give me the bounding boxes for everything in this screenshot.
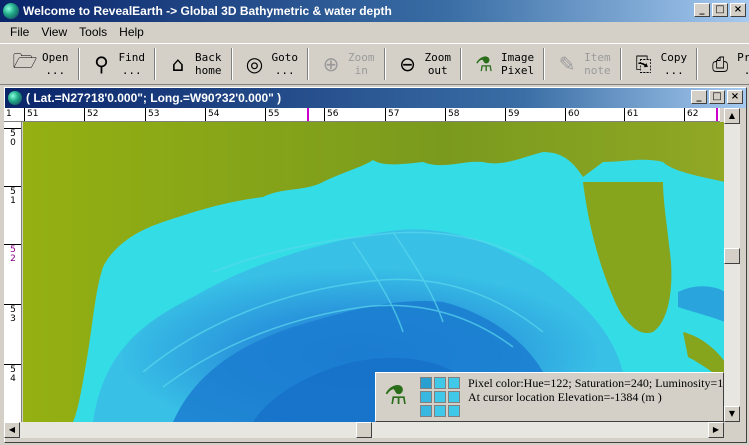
pixel-info-panel: ⚗ Pixel color:Hue=122; Saturation=240; L… bbox=[375, 372, 724, 422]
binoculars-icon: ⚲ bbox=[94, 52, 109, 76]
item-note-button[interactable]: ✎ Item note bbox=[548, 45, 615, 83]
vertical-scrollbar[interactable]: ▲ ▼ bbox=[724, 108, 740, 422]
back-home-icon: ⌂ bbox=[171, 52, 185, 76]
toolbar-separator bbox=[696, 48, 699, 80]
menu-file[interactable]: File bbox=[4, 25, 35, 39]
ruler-tick: 57 bbox=[385, 108, 399, 121]
scroll-left-button[interactable]: ◀ bbox=[4, 422, 20, 438]
color-swatch bbox=[420, 377, 432, 389]
globe-icon bbox=[8, 91, 22, 105]
print-button[interactable]: ⎙ Print ... bbox=[701, 45, 749, 83]
compass-icon: ◎ bbox=[245, 52, 264, 76]
toolbar-separator bbox=[543, 48, 546, 80]
horizontal-scroll-thumb[interactable] bbox=[356, 422, 372, 438]
microscope-icon: ⚗ bbox=[475, 52, 493, 76]
ruler-tick: 5 4 bbox=[4, 364, 21, 384]
menu-bar: File View Tools Help bbox=[0, 22, 749, 42]
ruler-tick: 55 bbox=[265, 108, 279, 121]
ruler-tick: 61 bbox=[624, 108, 638, 121]
toolbar-separator bbox=[307, 48, 309, 80]
back-home-button[interactable]: ⌂ Back home bbox=[159, 45, 226, 83]
left-ruler: 5 0 5 1 5 2 5 3 5 4 bbox=[4, 122, 22, 422]
toolbar-separator bbox=[154, 48, 156, 80]
toolbar-separator bbox=[383, 48, 386, 80]
menu-view[interactable]: View bbox=[35, 25, 73, 39]
ruler-tick: 59 bbox=[505, 108, 519, 121]
ruler-tick: 52 bbox=[84, 108, 98, 121]
scroll-down-button[interactable]: ▼ bbox=[724, 406, 740, 422]
goto-button[interactable]: ◎ Goto ... bbox=[236, 45, 303, 83]
globe-icon bbox=[3, 3, 19, 19]
menu-help[interactable]: Help bbox=[113, 25, 150, 39]
close-button[interactable]: × bbox=[730, 3, 746, 17]
ruler-tick: 60 bbox=[565, 108, 579, 121]
color-swatch bbox=[434, 377, 446, 389]
child-maximize-button[interactable]: □ bbox=[709, 90, 725, 104]
cursor-marker bbox=[307, 108, 309, 121]
top-ruler: 1 51 52 53 54 55 56 57 58 59 60 61 62 bbox=[4, 108, 720, 122]
color-swatch bbox=[448, 405, 460, 417]
copy-button[interactable]: ⎘ Copy ... bbox=[625, 45, 692, 83]
title-bar: Welcome to RevealEarth -> Global 3D Bath… bbox=[0, 0, 749, 22]
child-minimize-button[interactable]: _ bbox=[691, 90, 707, 104]
elevation-readout: At cursor location Elevation=-1384 (m ) bbox=[468, 390, 662, 404]
horizontal-scrollbar[interactable]: ◀ ▶ bbox=[4, 422, 724, 438]
copy-icon: ⎘ bbox=[635, 52, 652, 76]
find-button[interactable]: ⚲ Find ... bbox=[83, 45, 150, 83]
toolbar-separator bbox=[230, 48, 233, 80]
pixel-color-readout: Pixel color:Hue=122; Saturation=240; Lum… bbox=[468, 376, 724, 390]
ruler-tick: 54 bbox=[205, 108, 219, 121]
pixel-color-swatches bbox=[420, 377, 460, 417]
color-swatch bbox=[448, 377, 460, 389]
toolbar-separator bbox=[619, 48, 622, 80]
toolbar-separator bbox=[77, 48, 80, 80]
ruler-tick: 5 1 bbox=[4, 186, 21, 206]
color-swatch bbox=[434, 405, 446, 417]
cursor-marker bbox=[716, 108, 718, 121]
color-swatch bbox=[420, 405, 432, 417]
minimize-button[interactable]: _ bbox=[694, 3, 710, 17]
zoom-in-icon: ⊕ bbox=[322, 52, 340, 76]
ruler-tick: 5 0 bbox=[4, 128, 21, 148]
ruler-tick: 62 bbox=[684, 108, 698, 121]
ruler-tick: 5 3 bbox=[4, 304, 21, 324]
ruler-tick: 51 bbox=[24, 108, 38, 121]
item-note-icon: ✎ bbox=[558, 52, 576, 76]
ruler-tick: 56 bbox=[324, 108, 338, 121]
toolbar-separator bbox=[460, 48, 462, 80]
scroll-up-button[interactable]: ▲ bbox=[724, 108, 740, 124]
zoom-out-icon: ⊖ bbox=[399, 52, 416, 76]
color-swatch bbox=[434, 391, 446, 403]
image-pixel-button[interactable]: ⚗ Image Pixel bbox=[465, 45, 538, 83]
maximize-button[interactable]: □ bbox=[712, 3, 728, 17]
ruler-corner: 1 bbox=[6, 109, 12, 119]
coordinate-title: ( Lat.=N27?18'0.000"; Long.=W90?32'0.000… bbox=[26, 91, 282, 105]
zoom-in-button[interactable]: ⊕ Zoom in bbox=[312, 45, 379, 83]
zoom-out-button[interactable]: ⊖ Zoom out bbox=[389, 45, 456, 83]
child-close-button[interactable]: × bbox=[727, 90, 743, 104]
open-icon: 🗁 bbox=[12, 49, 38, 73]
toolbar: 🗁 Open ... ⚲ Find ... ⌂ Back home ◎ Goto… bbox=[0, 43, 749, 85]
ruler-tick: 58 bbox=[445, 108, 459, 121]
color-swatch bbox=[420, 391, 432, 403]
scroll-right-button[interactable]: ▶ bbox=[708, 422, 724, 438]
microscope-icon: ⚗ bbox=[384, 381, 408, 411]
ruler-tick: 5 2 bbox=[4, 244, 21, 264]
child-title-bar: ( Lat.=N27?18'0.000"; Long.=W90?32'0.000… bbox=[5, 88, 746, 108]
window-title: Welcome to RevealEarth -> Global 3D Bath… bbox=[23, 4, 392, 18]
color-swatch bbox=[448, 391, 460, 403]
menu-tools[interactable]: Tools bbox=[73, 25, 113, 39]
vertical-scroll-thumb[interactable] bbox=[724, 248, 740, 264]
ruler-tick: 53 bbox=[145, 108, 159, 121]
open-button[interactable]: 🗁 Open ... bbox=[6, 45, 73, 83]
printer-icon: ⎙ bbox=[712, 52, 729, 76]
